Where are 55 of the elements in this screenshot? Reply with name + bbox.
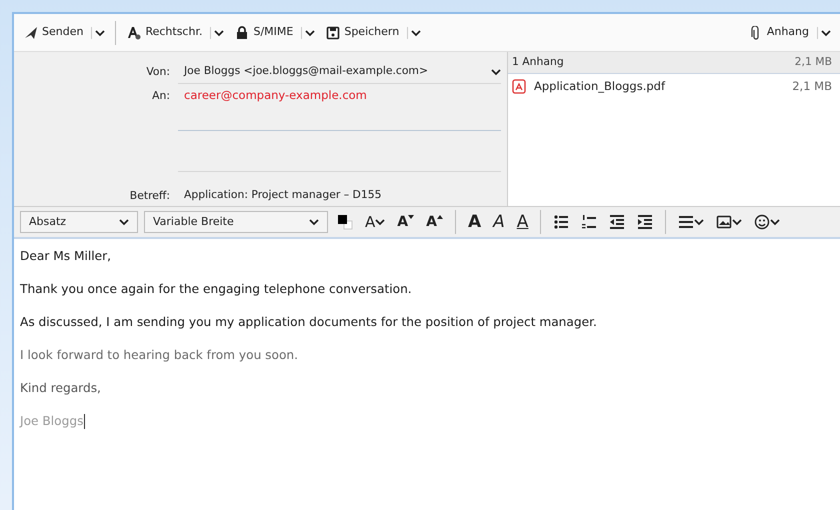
from-label: Von: <box>145 64 171 80</box>
caret-icon <box>95 28 106 36</box>
attachment-size: 2,1 MB <box>792 78 832 95</box>
down-triangle-icon <box>408 215 414 219</box>
lock-icon <box>235 26 250 40</box>
smime-button[interactable]: S/MIME <box>231 21 298 44</box>
body-paragraph: I look forward to hearing back from you soon. <box>20 347 300 364</box>
caret-icon <box>214 28 224 36</box>
spellcheck-button[interactable]: Rechtschr. <box>123 21 206 44</box>
subject-label: Betreff: <box>128 188 171 204</box>
attachment-total-size: 2,1 MB <box>794 54 832 70</box>
caret-icon <box>309 218 319 226</box>
caret-icon <box>770 218 780 226</box>
save-button[interactable]: Speichern <box>322 21 404 44</box>
attachment-count: 1 Anhang <box>512 54 564 70</box>
align-icon <box>678 214 694 230</box>
pdf-icon <box>512 79 526 94</box>
italic-button[interactable]: A <box>490 214 508 230</box>
bold-button[interactable]: A <box>464 214 484 230</box>
font-size-button[interactable]: A <box>362 214 388 230</box>
send-button[interactable]: Senden <box>20 21 88 44</box>
caret-icon <box>411 28 422 36</box>
outdent-icon <box>609 214 626 230</box>
caret-icon <box>694 218 704 226</box>
from-dropdown[interactable]: Joe Bloggs <joe.bloggs@mail-example.com> <box>178 60 501 84</box>
body-paragraph: As discussed, I am sending you my application documents for the position of project manager. <box>20 314 598 331</box>
spellcheck-icon <box>127 26 142 40</box>
paragraph-format-dropdown[interactable]: Absatz <box>20 211 138 233</box>
send-icon <box>24 26 38 40</box>
caret-icon <box>305 28 316 36</box>
color-swatch-icon <box>337 214 353 230</box>
to-label: An: <box>151 88 171 104</box>
smiley-icon <box>754 214 770 230</box>
attach-button[interactable]: Anhang <box>744 21 813 44</box>
numbered-list-icon <box>581 214 598 230</box>
up-triangle-icon <box>436 215 443 219</box>
body-paragraph: Thank you once again for the engaging telephone conversation. <box>20 281 413 298</box>
caret-icon <box>491 68 501 76</box>
increase-font-button[interactable]: A <box>423 215 446 229</box>
decrease-font-button[interactable]: A <box>394 215 418 229</box>
bulleted-list-icon <box>553 214 570 230</box>
save-icon <box>326 26 340 40</box>
underline-button[interactable]: A <box>514 214 532 230</box>
body-paragraph: Dear Ms Miller, <box>20 248 112 265</box>
caret-icon <box>119 218 129 226</box>
body-paragraph: Kind regards, <box>20 380 102 397</box>
caret-icon <box>821 28 831 36</box>
caret-icon <box>375 218 386 226</box>
caret-icon <box>732 218 742 226</box>
attachment-name[interactable]: Application_Bloggs.pdf <box>534 78 666 96</box>
image-icon <box>716 214 732 230</box>
recipient-address[interactable]: career@company-example.com <box>178 87 367 105</box>
indent-icon <box>637 214 654 230</box>
body-paragraph: Joe Bloggs <box>20 413 86 430</box>
font-dropdown[interactable]: Variable Breite <box>144 211 328 233</box>
